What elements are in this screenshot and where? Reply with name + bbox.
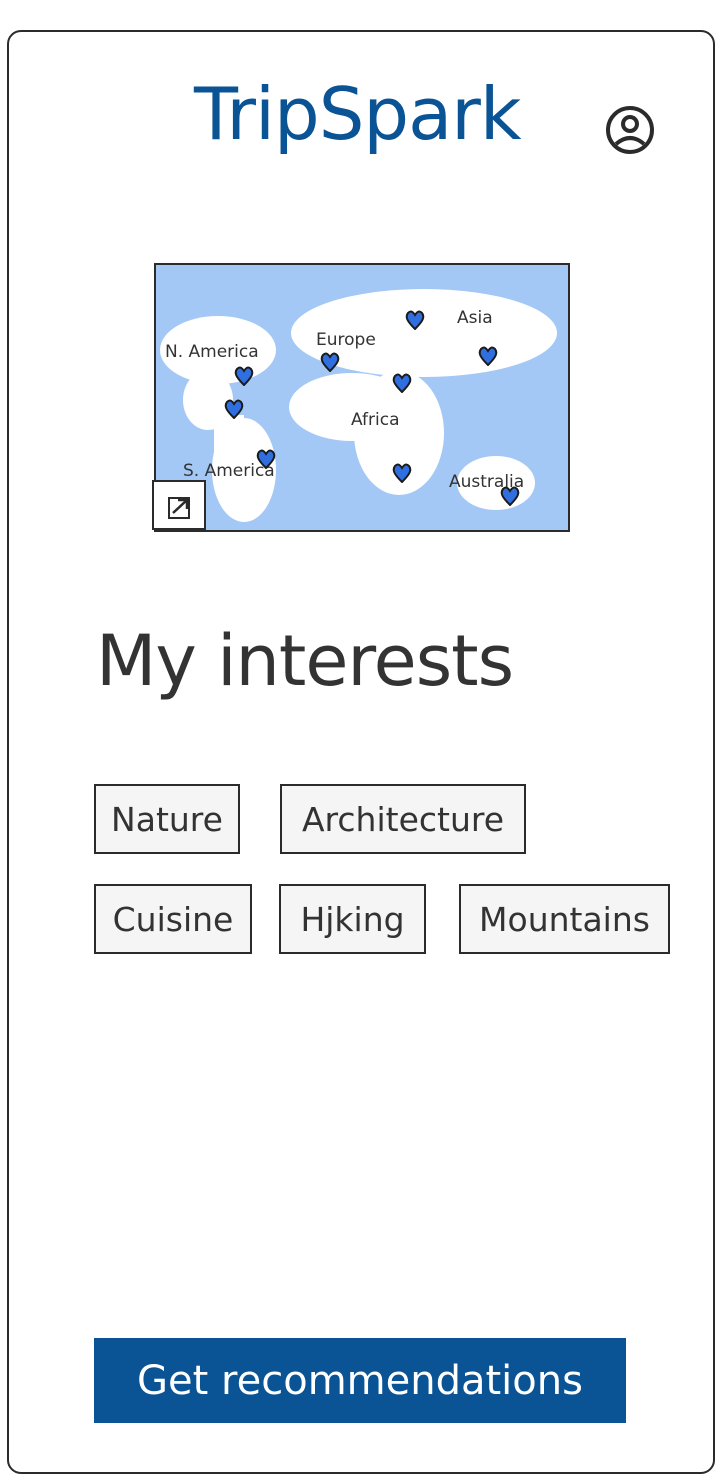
map-pin-icon[interactable]: [404, 308, 426, 330]
user-circle-icon[interactable]: [604, 104, 656, 156]
map-pin-icon[interactable]: [499, 484, 521, 506]
app-title: TripSpark: [194, 72, 522, 156]
expand-arrow-icon: [168, 497, 190, 519]
map-pin-icon[interactable]: [233, 364, 255, 386]
interests-title: My interests: [96, 620, 514, 702]
label-europe: Europe: [316, 330, 376, 350]
map-pin-icon[interactable]: [477, 344, 499, 366]
interest-chip-hiking[interactable]: Hjking: [279, 884, 426, 954]
map-pin-icon[interactable]: [255, 447, 277, 469]
label-north-america: N. America: [165, 342, 259, 362]
map-pin-icon[interactable]: [391, 461, 413, 483]
map-pin-icon[interactable]: [223, 397, 245, 419]
interest-chip-cuisine[interactable]: Cuisine: [94, 884, 252, 954]
map-pin-icon[interactable]: [391, 371, 413, 393]
interest-chip-nature[interactable]: Nature: [94, 784, 240, 854]
label-africa: Africa: [351, 410, 400, 430]
world-map[interactable]: N. America Europe Asia Africa S. America…: [154, 263, 570, 532]
map-pin-icon[interactable]: [319, 350, 341, 372]
interest-chip-mountains[interactable]: Mountains: [459, 884, 670, 954]
label-asia: Asia: [457, 308, 493, 328]
phone-frame: [7, 30, 715, 1474]
interest-chip-architecture[interactable]: Architecture: [280, 784, 526, 854]
get-recommendations-button[interactable]: Get recommendations: [94, 1338, 626, 1423]
expand-map-button[interactable]: [152, 480, 206, 530]
